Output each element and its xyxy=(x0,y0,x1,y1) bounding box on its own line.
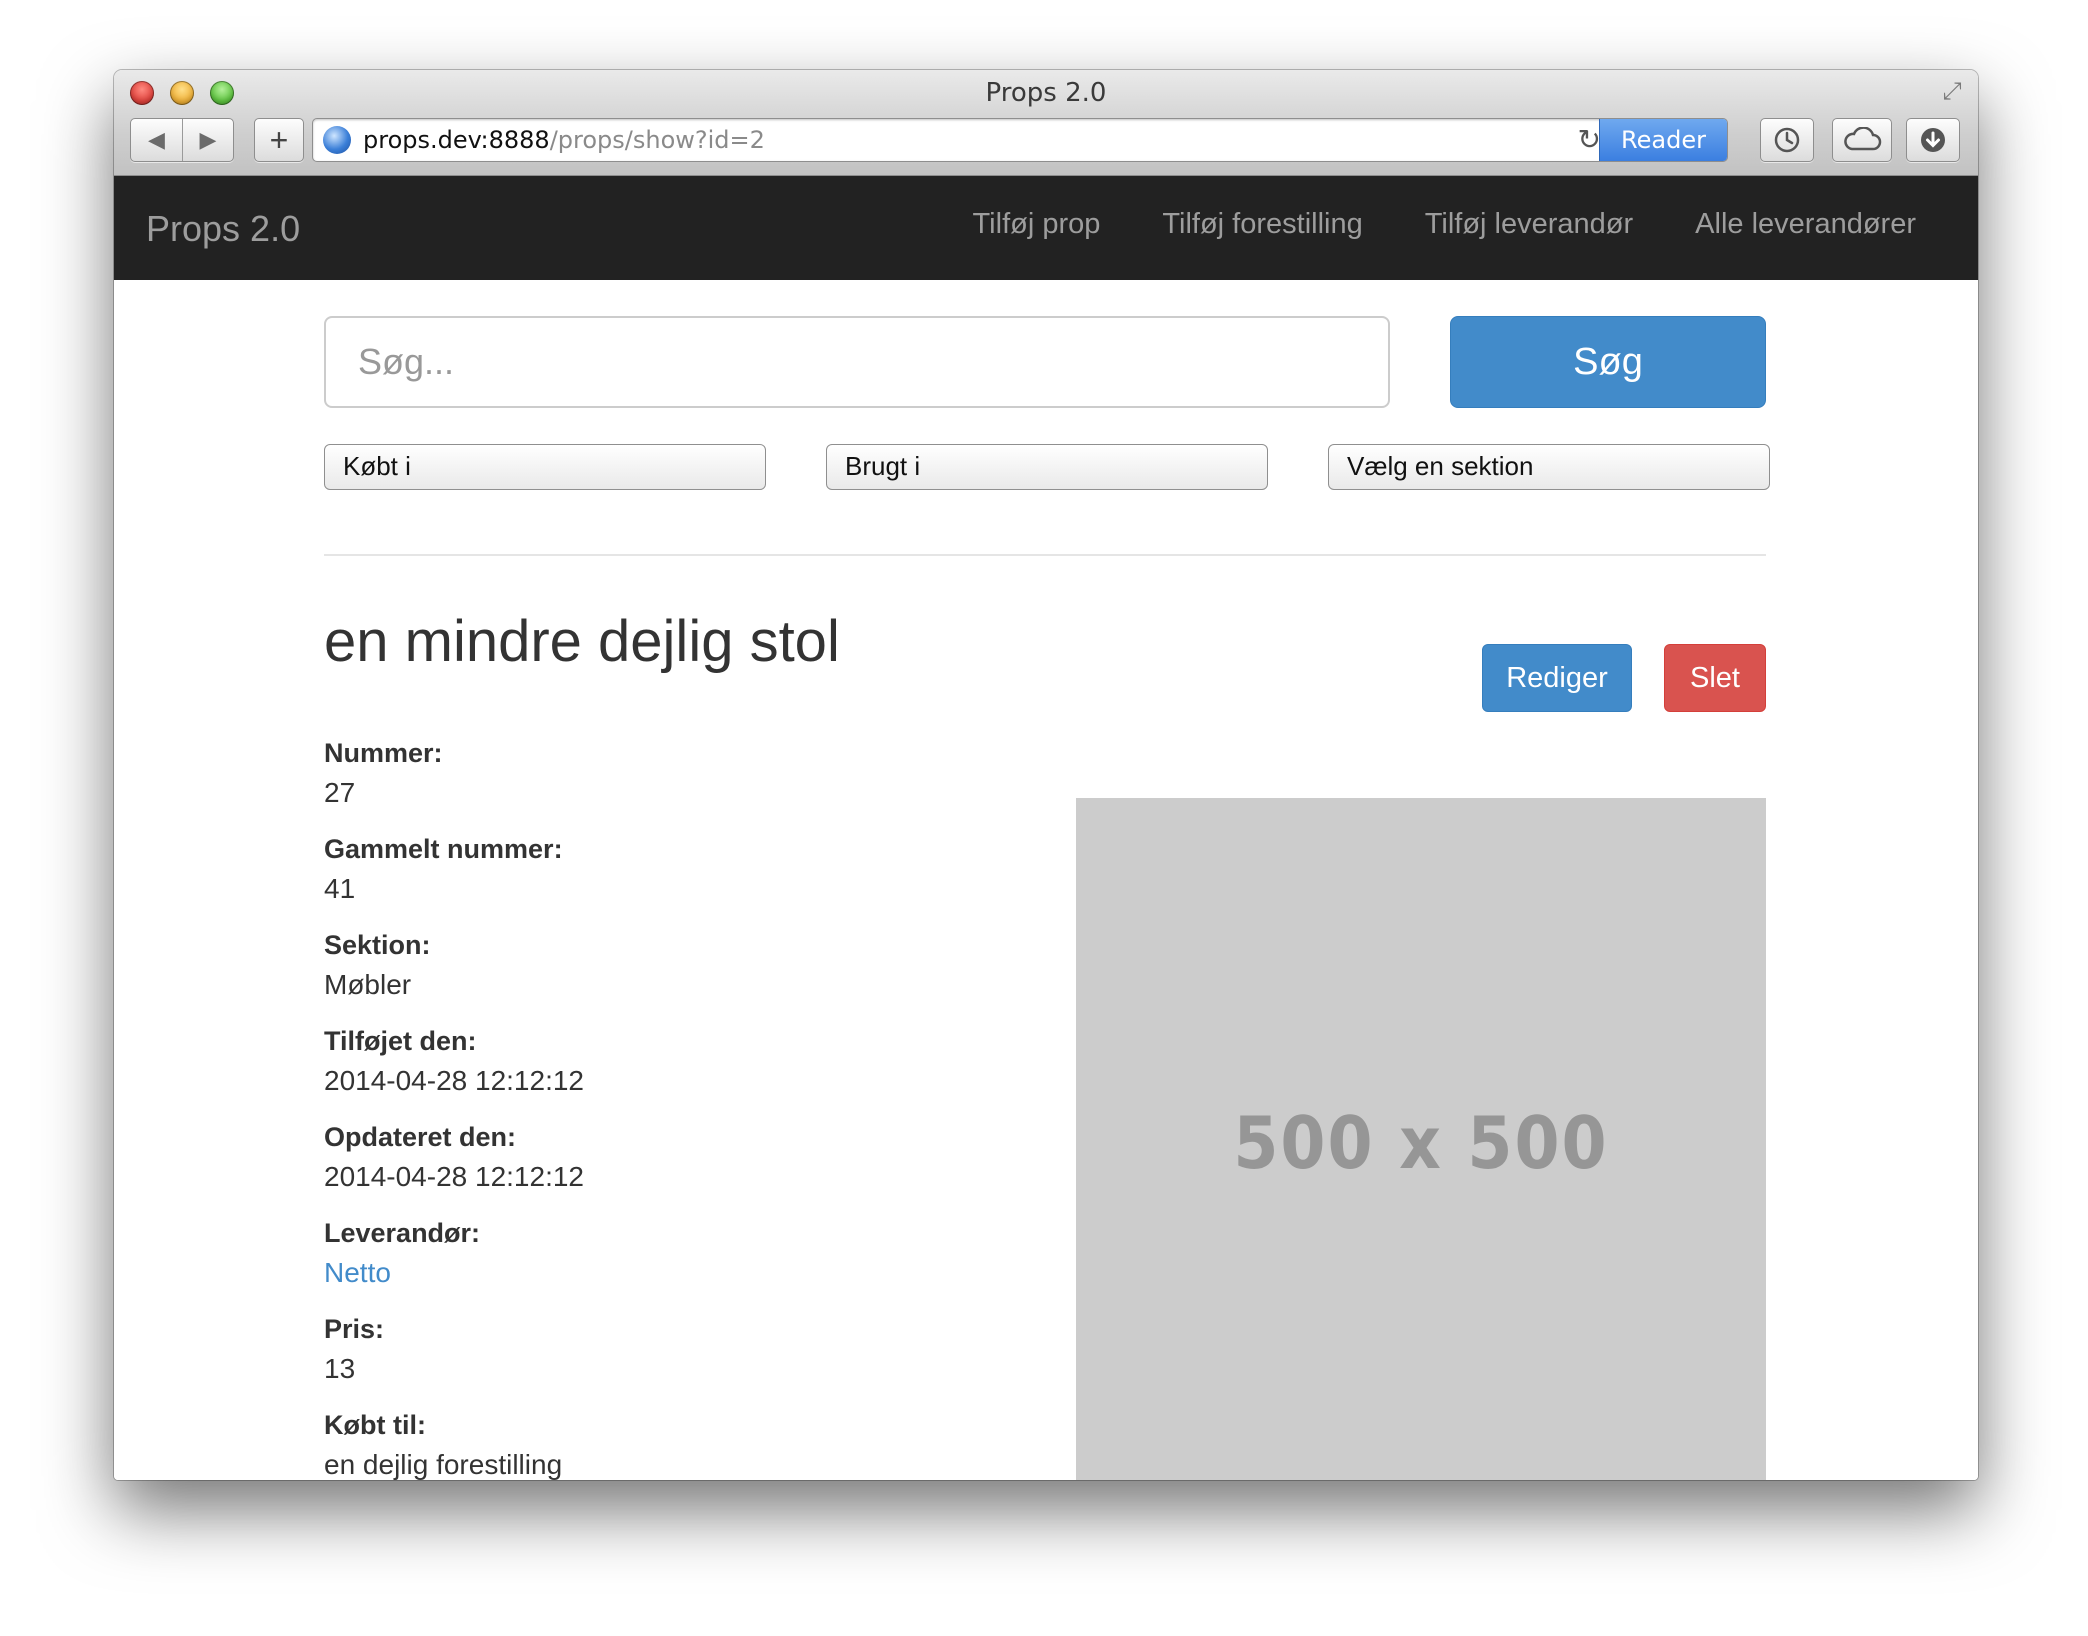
page-content: Props 2.0 Tilføj prop Tilføj forestillin… xyxy=(114,176,1978,1480)
nav-link-add-prop[interactable]: Tilføj prop xyxy=(973,208,1101,241)
nav-link-add-supplier[interactable]: Tilføj leverandør xyxy=(1425,208,1633,241)
detail-bought-for: Købt til: en dejlig forestilling xyxy=(324,1405,1024,1480)
new-tab-button[interactable]: + xyxy=(254,118,304,162)
detail-price: Pris: 13 xyxy=(324,1309,1024,1389)
search-button[interactable]: Søg xyxy=(1450,316,1766,408)
history-nav-group: ◀ ▶ xyxy=(130,118,234,162)
globe-icon xyxy=(323,126,351,154)
forward-arrow-icon: ▶ xyxy=(199,127,217,152)
used-in-select[interactable]: Brugt i xyxy=(826,444,1268,490)
detail-number: Nummer: 27 xyxy=(324,733,1024,813)
downloads-button[interactable] xyxy=(1906,118,1960,162)
nav-link-all-suppliers[interactable]: Alle leverandører xyxy=(1695,208,1916,241)
section-select[interactable]: Vælg en sektion xyxy=(1328,444,1770,490)
detail-old-number: Gammelt nummer: 41 xyxy=(324,829,1024,909)
top-navbar: Props 2.0 Tilføj prop Tilføj forestillin… xyxy=(114,176,1978,280)
nav-link-add-performance[interactable]: Tilføj forestilling xyxy=(1162,208,1362,241)
detail-value: en dejlig forestilling xyxy=(324,1449,563,1480)
clock-sync-icon xyxy=(1774,127,1800,153)
placeholder-label: 500 x 500 xyxy=(1233,1101,1609,1185)
detail-value: 2014-04-28 12:12:12 xyxy=(324,1161,584,1192)
detail-label: Købt til: xyxy=(324,1410,426,1440)
icloud-button[interactable] xyxy=(1832,118,1892,162)
detail-section: Sektion: Møbler xyxy=(324,925,1024,1005)
detail-value: 41 xyxy=(324,873,356,904)
prop-title: en mindre dejlig stol xyxy=(324,609,840,674)
detail-label: Sektion: xyxy=(324,930,431,960)
prop-image-placeholder: 500 x 500 xyxy=(1076,798,1766,1480)
detail-value: Møbler xyxy=(324,969,412,1000)
reader-button[interactable]: Reader xyxy=(1599,119,1727,161)
url-path: /props/show?id=2 xyxy=(549,126,765,154)
cloud-icon xyxy=(1844,127,1882,151)
bought-in-select[interactable]: Købt i xyxy=(324,444,766,490)
detail-value: 13 xyxy=(324,1353,356,1384)
detail-added: Tilføjet den: 2014-04-28 12:12:12 xyxy=(324,1021,1024,1101)
fullscreen-icon[interactable]: ⤢ xyxy=(1938,78,1966,106)
browser-toolbar: Props 2.0 ⤢ ◀ ▶ + props.dev:8888/props/s… xyxy=(114,70,1978,176)
detail-label: Opdateret den: xyxy=(324,1122,517,1152)
detail-label: Pris: xyxy=(324,1314,385,1344)
download-icon xyxy=(1921,128,1945,152)
nav-links: Tilføj prop Tilføj forestilling Tilføj l… xyxy=(973,208,1916,241)
browser-window: Props 2.0 ⤢ ◀ ▶ + props.dev:8888/props/s… xyxy=(114,70,1978,1480)
detail-label: Nummer: xyxy=(324,738,443,768)
history-sync-button[interactable] xyxy=(1760,118,1814,162)
edit-button[interactable]: Rediger xyxy=(1482,644,1632,712)
delete-button[interactable]: Slet xyxy=(1664,644,1766,712)
reload-icon[interactable]: ↻ xyxy=(1578,123,1601,156)
detail-supplier: Leverandør: Netto xyxy=(324,1213,1024,1293)
detail-label: Leverandør: xyxy=(324,1218,481,1248)
detail-label: Tilføjet den: xyxy=(324,1026,477,1056)
forward-button[interactable]: ▶ xyxy=(182,119,233,161)
url-host: props.dev:8888 xyxy=(363,126,550,154)
url-text[interactable]: props.dev:8888/props/show?id=2 xyxy=(363,126,765,154)
detail-updated: Opdateret den: 2014-04-28 12:12:12 xyxy=(324,1117,1024,1197)
back-button[interactable]: ◀ xyxy=(131,119,182,161)
detail-value: 2014-04-28 12:12:12 xyxy=(324,1065,584,1096)
plus-icon: + xyxy=(269,121,289,158)
brand-link[interactable]: Props 2.0 xyxy=(146,208,300,250)
search-input[interactable] xyxy=(324,316,1390,408)
window-title: Props 2.0 xyxy=(985,78,1107,108)
address-bar[interactable]: props.dev:8888/props/show?id=2 ↻ Reader xyxy=(312,118,1728,162)
supplier-link[interactable]: Netto xyxy=(324,1253,1024,1293)
prop-details: Nummer: 27 Gammelt nummer: 41 Sektion: M… xyxy=(324,733,1024,1480)
detail-label: Gammelt nummer: xyxy=(324,834,563,864)
back-arrow-icon: ◀ xyxy=(148,127,165,152)
detail-value: 27 xyxy=(324,777,356,808)
divider xyxy=(324,554,1766,556)
